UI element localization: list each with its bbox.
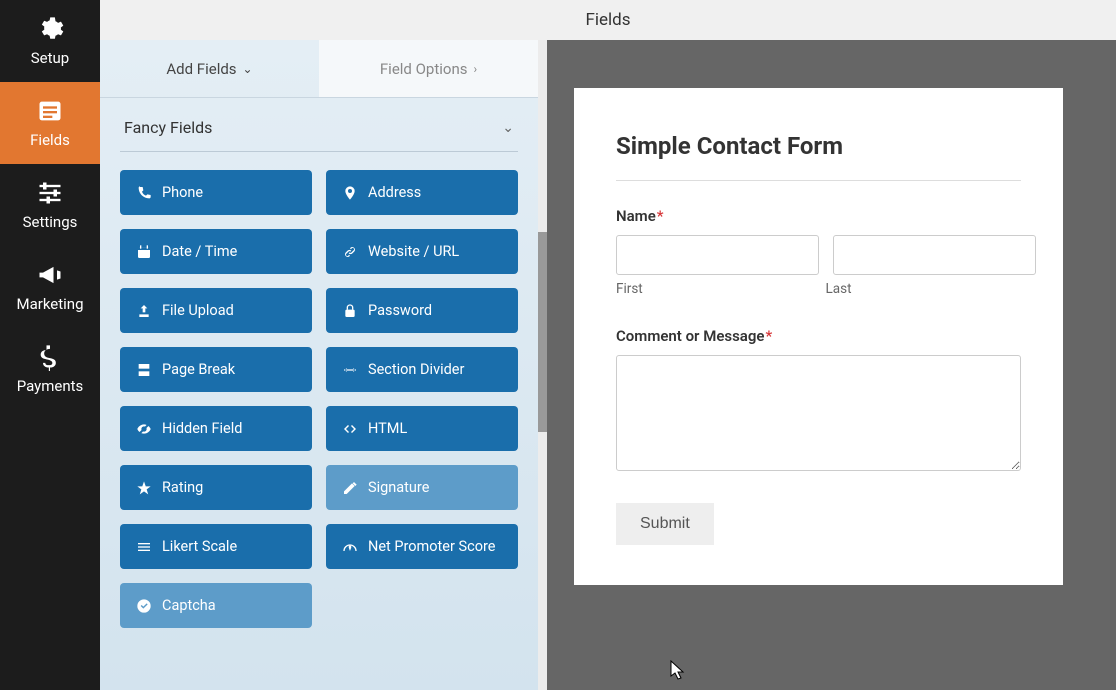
marker-icon [342, 185, 358, 201]
calendar-icon [136, 244, 152, 260]
nps-icon [342, 539, 358, 555]
panel-body: Fancy Fields ⌄ Phone Address Date / Time We… [100, 98, 538, 690]
sidebar-item-label: Marketing [16, 295, 83, 313]
field-label: Phone [162, 184, 203, 201]
field-signature[interactable]: Signature [326, 465, 518, 510]
submit-button[interactable]: Submit [616, 503, 714, 545]
field-label: Captcha [162, 597, 216, 614]
gear-icon [36, 15, 64, 43]
field-hidden-field[interactable]: Hidden Field [120, 406, 312, 451]
megaphone-icon [36, 261, 64, 289]
upload-icon [136, 303, 152, 319]
field-html[interactable]: HTML [326, 406, 518, 451]
comment-label: Comment or Message* [616, 327, 1021, 345]
sublabel-row: First Last [616, 281, 1021, 297]
field-label: Rating [162, 479, 203, 496]
sidebar-item-setup[interactable]: Setup [0, 0, 100, 82]
field-website-url[interactable]: Website / URL [326, 229, 518, 274]
sidebar-item-settings[interactable]: Settings [0, 164, 100, 246]
field-section-divider[interactable]: Section Divider [326, 347, 518, 392]
sliders-icon [36, 179, 64, 207]
dollar-icon [36, 343, 64, 371]
field-label: Page Break [162, 361, 235, 378]
sidebar-item-label: Settings [23, 213, 78, 231]
tab-label: Add Fields [166, 60, 236, 78]
last-sublabel: Last [826, 281, 1022, 297]
field-address[interactable]: Address [326, 170, 518, 215]
comment-textarea[interactable] [616, 355, 1021, 471]
form-preview: Simple Contact Form Name* First Last Com… [538, 40, 1116, 690]
name-label: Name* [616, 207, 1021, 225]
first-name-input[interactable] [616, 235, 819, 275]
code-icon [342, 421, 358, 437]
likert-icon [136, 539, 152, 555]
field-label: HTML [368, 420, 407, 437]
chevron-down-icon: ⌄ [243, 62, 253, 76]
field-label: Website / URL [368, 243, 459, 260]
name-row [616, 235, 1021, 275]
first-sublabel: First [616, 281, 812, 297]
tab-label: Field Options [380, 60, 468, 78]
split: Add Fields ⌄ Field Options › Fancy Field… [100, 40, 1116, 690]
sidebar-item-label: Fields [30, 131, 70, 149]
chevron-right-icon: › [474, 62, 478, 76]
divider [616, 180, 1021, 181]
form-card: Simple Contact Form Name* First Last Com… [574, 88, 1063, 585]
sidebar-item-marketing[interactable]: Marketing [0, 246, 100, 328]
tab-add-fields[interactable]: Add Fields ⌄ [100, 40, 319, 97]
field-label: Date / Time [162, 243, 237, 260]
topbar: Fields [100, 0, 1116, 40]
field-likert-scale[interactable]: Likert Scale [120, 524, 312, 569]
sidebar: Setup Fields Settings Marketing Payments [0, 0, 100, 690]
field-label: Password [368, 302, 432, 319]
field-net-promoter-score[interactable]: Net Promoter Score [326, 524, 518, 569]
form-icon [36, 97, 64, 125]
field-label: Hidden Field [162, 420, 242, 437]
pagebreak-icon [136, 362, 152, 378]
field-phone[interactable]: Phone [120, 170, 312, 215]
field-file-upload[interactable]: File Upload [120, 288, 312, 333]
sidebar-item-label: Payments [17, 377, 84, 395]
field-label: Likert Scale [162, 538, 237, 555]
field-label: Section Divider [368, 361, 464, 378]
tab-field-options[interactable]: Field Options › [319, 40, 538, 97]
captcha-icon [136, 598, 152, 614]
field-page-break[interactable]: Page Break [120, 347, 312, 392]
scrollbar-thumb[interactable] [538, 232, 547, 432]
eyeoff-icon [136, 421, 152, 437]
field-date-time[interactable]: Date / Time [120, 229, 312, 274]
divider-icon [342, 362, 358, 378]
sidebar-item-payments[interactable]: Payments [0, 328, 100, 410]
link-icon [342, 244, 358, 260]
page-title: Fields [585, 10, 630, 30]
field-password[interactable]: Password [326, 288, 518, 333]
required-mark: * [657, 207, 664, 225]
section-fancy-fields[interactable]: Fancy Fields ⌄ [120, 98, 518, 152]
required-mark: * [765, 327, 772, 345]
chevron-down-icon: ⌄ [502, 120, 514, 136]
sidebar-item-label: Setup [31, 49, 69, 67]
last-name-input[interactable] [833, 235, 1036, 275]
main: Fields Add Fields ⌄ Field Options › Fanc… [100, 0, 1116, 690]
scrollbar-track[interactable] [538, 40, 547, 690]
star-icon [136, 480, 152, 496]
tabs: Add Fields ⌄ Field Options › [100, 40, 538, 98]
field-label: Net Promoter Score [368, 538, 495, 555]
lock-icon [342, 303, 358, 319]
phone-icon [136, 185, 152, 201]
pencil-icon [342, 480, 358, 496]
form-title: Simple Contact Form [616, 132, 1021, 160]
field-rating[interactable]: Rating [120, 465, 312, 510]
fields-panel: Add Fields ⌄ Field Options › Fancy Field… [100, 40, 538, 690]
field-captcha[interactable]: Captcha [120, 583, 312, 628]
field-label: Address [368, 184, 421, 201]
field-label: File Upload [162, 302, 234, 319]
sidebar-item-fields[interactable]: Fields [0, 82, 100, 164]
field-label: Signature [368, 479, 429, 496]
section-title: Fancy Fields [124, 118, 212, 137]
field-grid: Phone Address Date / Time Website / URL File… [120, 170, 518, 628]
